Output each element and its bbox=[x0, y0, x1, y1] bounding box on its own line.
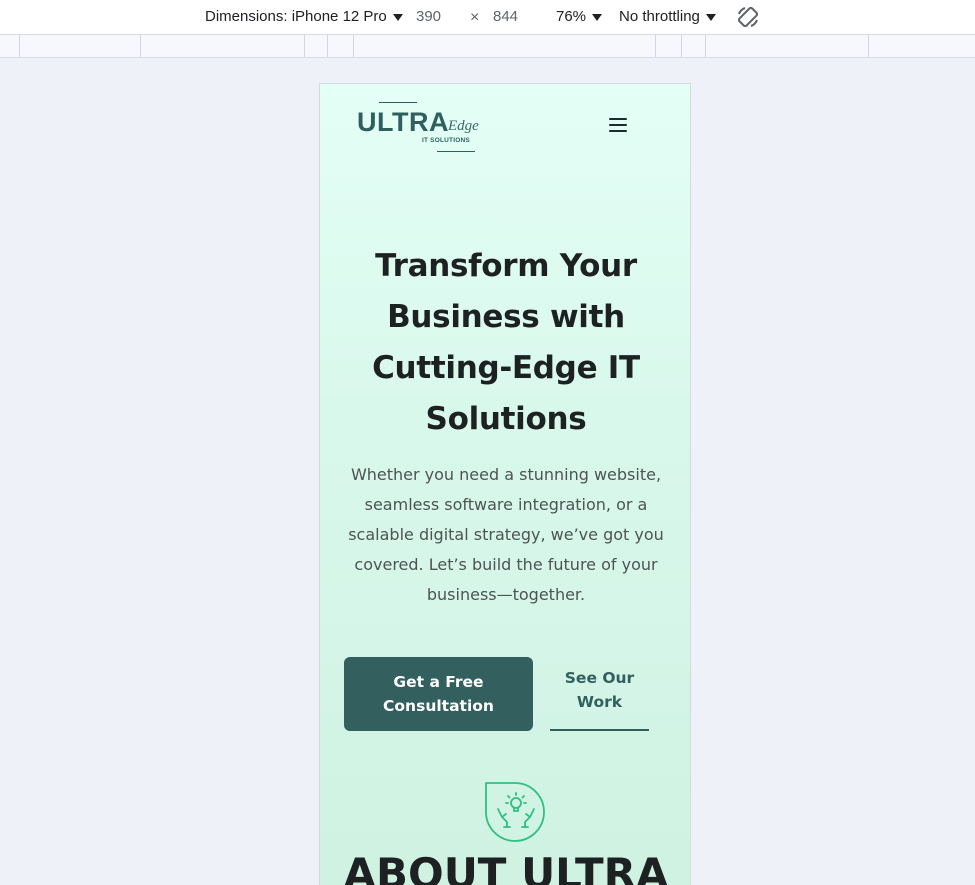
chevron-down-icon bbox=[592, 13, 603, 21]
times-separator: × bbox=[470, 9, 480, 26]
logo-edge: Edge bbox=[448, 118, 479, 134]
device-viewport: ULTRA Edge IT SOLUTIONS Transform Your B… bbox=[319, 83, 691, 885]
dimensions-label: Dimensions: iPhone 12 Pro bbox=[205, 8, 387, 25]
site-logo[interactable]: ULTRA Edge IT SOLUTIONS bbox=[357, 101, 482, 155]
chevron-down-icon bbox=[392, 13, 403, 21]
dimensions-dropdown[interactable]: Dimensions: iPhone 12 Pro bbox=[205, 8, 403, 25]
logo-divider bbox=[379, 102, 417, 103]
see-our-work-link[interactable]: See Our Work bbox=[550, 657, 649, 731]
logo-it-solutions: IT SOLUTIONS bbox=[422, 137, 470, 144]
throttling-label: No throttling bbox=[619, 8, 700, 25]
logo-ultra: ULTRA bbox=[357, 107, 449, 137]
throttling-dropdown[interactable]: No throttling bbox=[619, 8, 716, 25]
get-free-consultation-button[interactable]: Get a Free Consultation bbox=[344, 657, 533, 731]
chevron-down-icon bbox=[705, 13, 716, 21]
logo-divider bbox=[437, 151, 475, 152]
lightbulb-hands-icon bbox=[485, 782, 545, 842]
hero-description: Whether you need a stunning website, sea… bbox=[348, 465, 664, 604]
devtools-device-toolbar: Dimensions: iPhone 12 Pro 390 × 844 76% … bbox=[0, 0, 975, 34]
rotate-icon[interactable] bbox=[736, 5, 760, 29]
hero-title: Transform Your Business with Cutting-Edg… bbox=[372, 248, 640, 437]
height-input[interactable]: 844 bbox=[493, 8, 518, 25]
about-section-title: ABOUT ULTRA bbox=[343, 849, 669, 885]
width-input[interactable]: 390 bbox=[416, 8, 441, 25]
zoom-label: 76% bbox=[556, 8, 587, 25]
zoom-dropdown[interactable]: 76% bbox=[556, 8, 603, 25]
media-query-ruler bbox=[0, 34, 975, 58]
hamburger-menu-icon[interactable] bbox=[609, 118, 627, 132]
